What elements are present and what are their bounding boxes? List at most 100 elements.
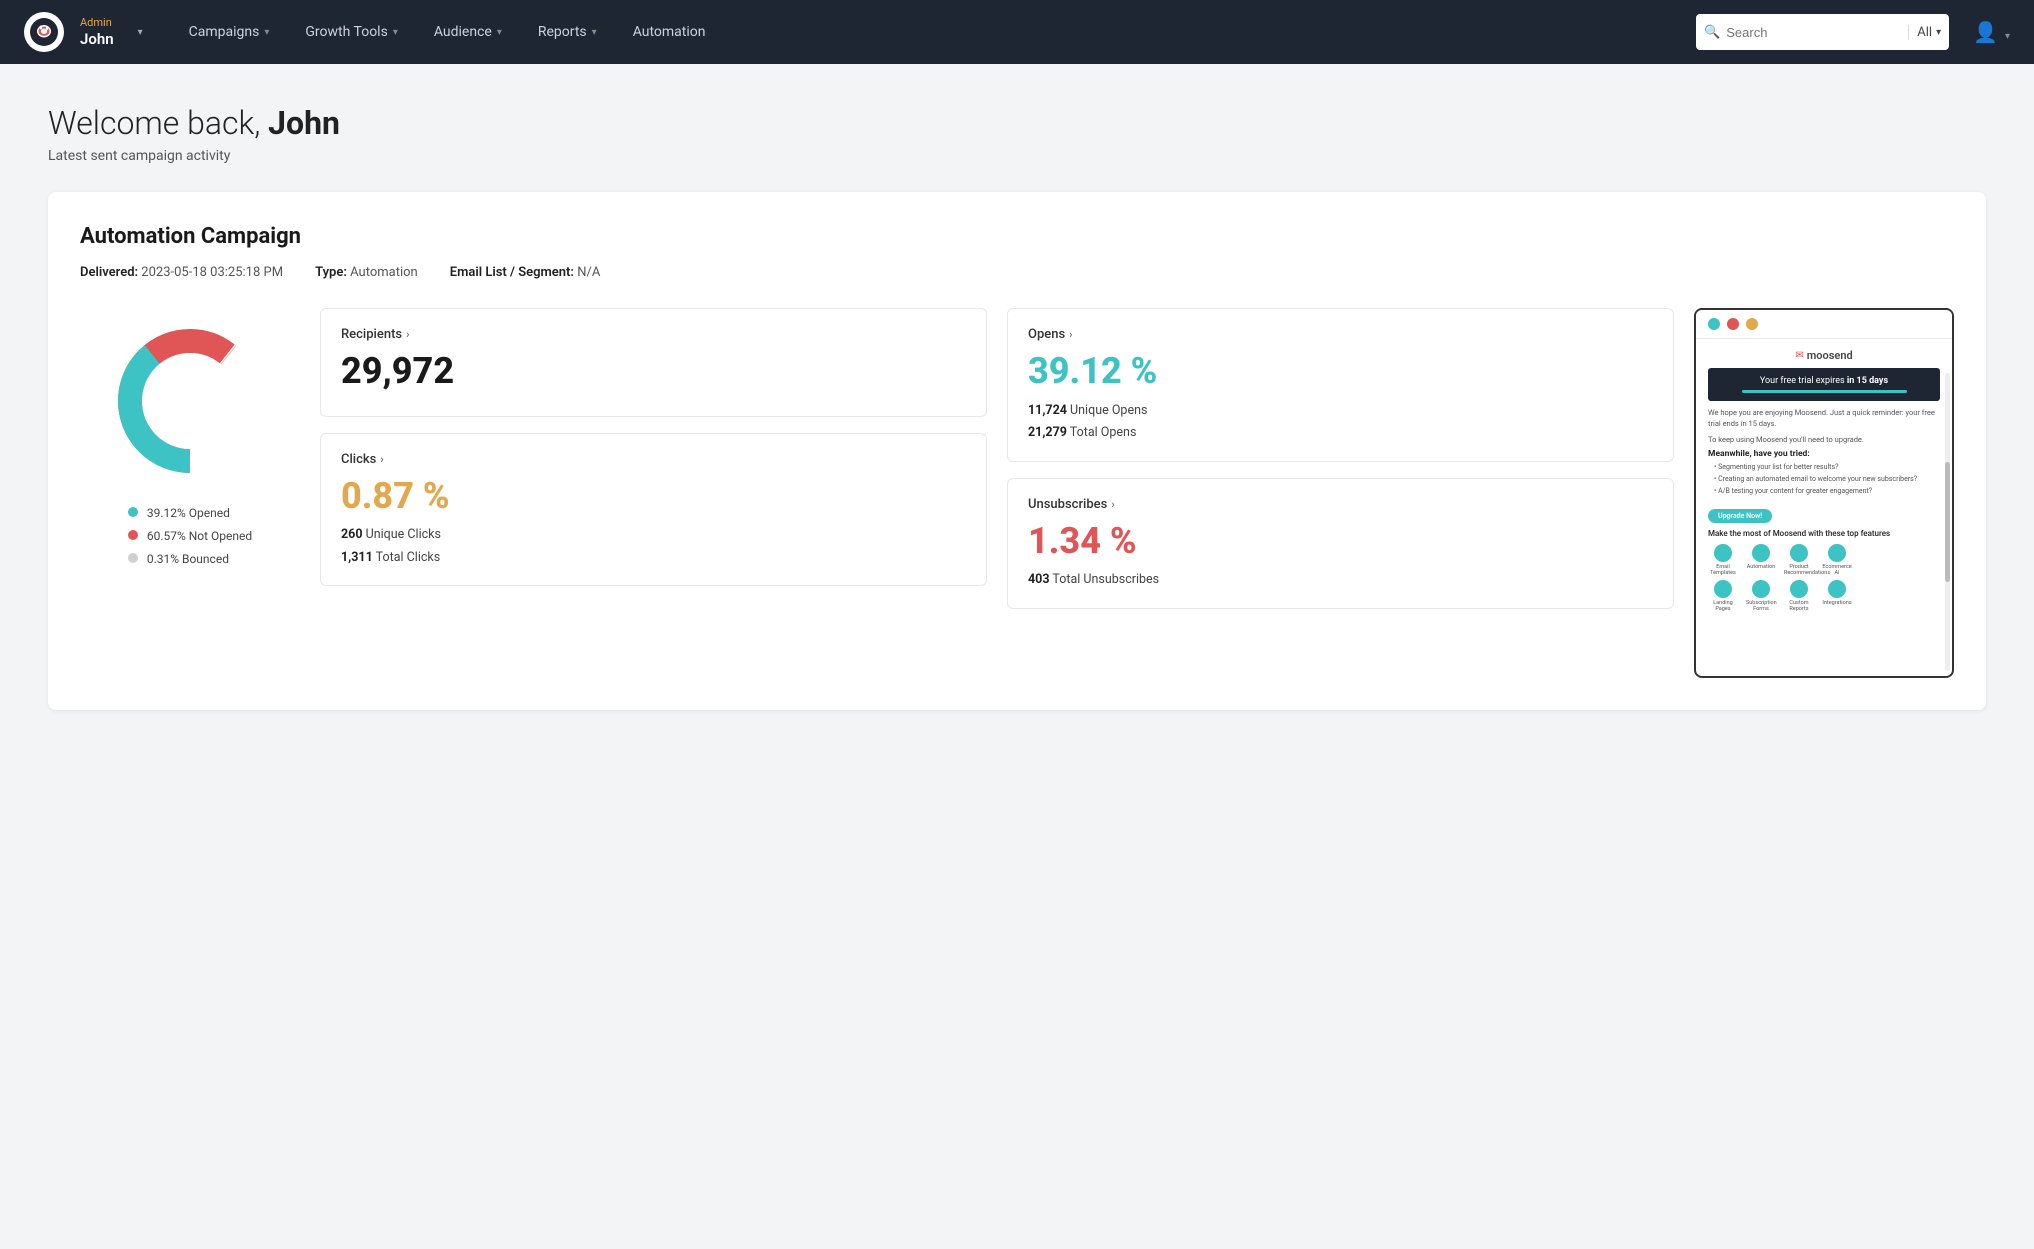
ep-logo-text: moosend bbox=[1807, 349, 1853, 362]
nav-username: John bbox=[80, 30, 114, 48]
opens-chevron: › bbox=[1069, 328, 1072, 341]
feature-icon bbox=[1714, 580, 1732, 598]
clicks-percent: 0.87 % bbox=[341, 477, 966, 517]
stats-layout: 39.12% Opened 60.57% Not Opened 0.31% Bo… bbox=[80, 308, 1954, 678]
profile-arrow: ▾ bbox=[2005, 31, 2010, 42]
list-item: • A/B testing your content for greater e… bbox=[1714, 486, 1940, 498]
user-dropdown-arrow[interactable]: ▾ bbox=[138, 27, 143, 38]
list-item: • Segmenting your list for better result… bbox=[1714, 462, 1940, 474]
campaign-title: Automation Campaign bbox=[80, 224, 1954, 249]
stat-col-right: Opens › 39.12 % 11,724 Unique Opens 21,2… bbox=[1007, 308, 1674, 609]
ep-icons-row-2: Landing Pages Subscription Forms Custom … bbox=[1708, 580, 1940, 612]
feature-icon bbox=[1714, 544, 1732, 562]
nav-items: Campaigns ▾ Growth Tools ▾ Audience ▾ Re… bbox=[171, 0, 1688, 64]
campaign-card: Automation Campaign Delivered: 2023-05-1… bbox=[48, 192, 1986, 710]
feature-email-templates: Email Templates bbox=[1708, 544, 1738, 576]
unsubscribes-percent: 1.34 % bbox=[1028, 522, 1653, 562]
nav-search: 🔍 All ▾ bbox=[1696, 14, 1949, 50]
feature-icon bbox=[1752, 544, 1770, 562]
filter-arrow: ▾ bbox=[1936, 27, 1941, 38]
search-input[interactable] bbox=[1726, 25, 1902, 40]
feature-custom-reports: Custom Reports bbox=[1784, 580, 1814, 612]
opens-sub: 11,724 Unique Opens 21,279 Total Opens bbox=[1028, 400, 1653, 445]
feature-automation: Automation bbox=[1746, 544, 1776, 576]
feature-ecommerce: Ecommerce AI bbox=[1822, 544, 1852, 576]
feature-subscription: Subscription Forms bbox=[1746, 580, 1776, 612]
ep-logo: ✉ moosend bbox=[1708, 349, 1940, 362]
legend-not-opened: 60.57% Not Opened bbox=[128, 525, 252, 548]
nav-campaigns[interactable]: Campaigns ▾ bbox=[171, 0, 288, 64]
feature-integrations: Integrations bbox=[1822, 580, 1852, 612]
recipients-box: Recipients › 29,972 bbox=[320, 308, 987, 417]
email-list-meta: Email List / Segment: N/A bbox=[450, 265, 601, 280]
delivered-meta: Delivered: 2023-05-18 03:25:18 PM bbox=[80, 265, 283, 280]
audience-arrow: ▾ bbox=[497, 27, 502, 38]
unsubscribes-box: Unsubscribes › 1.34 % 403 Total Unsubscr… bbox=[1007, 478, 1674, 609]
email-preview-body: ✉ moosend Your free trial expires in 15 … bbox=[1696, 339, 1952, 671]
feature-icon bbox=[1752, 580, 1770, 598]
donut-container: 39.12% Opened 60.57% Not Opened 0.31% Bo… bbox=[80, 308, 300, 570]
campaign-meta: Delivered: 2023-05-18 03:25:18 PM Type: … bbox=[80, 265, 1954, 280]
stat-col-left: Recipients › 29,972 Clicks › 0.87 % 260 … bbox=[320, 308, 987, 586]
ep-progress-bar bbox=[1742, 390, 1907, 393]
reports-arrow: ▾ bbox=[592, 27, 597, 38]
ep-meanwhile-heading: Meanwhile, have you tried: bbox=[1708, 449, 1940, 459]
not-opened-dot bbox=[128, 530, 138, 540]
clicks-chevron: › bbox=[380, 453, 383, 466]
recipients-header[interactable]: Recipients › bbox=[341, 327, 966, 342]
feature-icon bbox=[1828, 544, 1846, 562]
ep-body-text2: To keep using Moosend you'll need to upg… bbox=[1708, 434, 1940, 445]
logo bbox=[24, 12, 64, 52]
profile-icon[interactable]: 👤 ▾ bbox=[1973, 20, 2010, 44]
clicks-box: Clicks › 0.87 % 260 Unique Clicks 1,311 … bbox=[320, 433, 987, 587]
admin-label: Admin bbox=[80, 16, 114, 29]
email-preview: ✉ moosend Your free trial expires in 15 … bbox=[1694, 308, 1954, 678]
clicks-sub: 260 Unique Clicks 1,311 Total Clicks bbox=[341, 524, 966, 569]
ep-list: • Segmenting your list for better result… bbox=[1708, 462, 1940, 498]
unsubscribes-sub: 403 Total Unsubscribes bbox=[1028, 569, 1653, 592]
feature-icon bbox=[1828, 580, 1846, 598]
opened-dot bbox=[128, 507, 138, 517]
unsubscribes-chevron: › bbox=[1111, 498, 1114, 511]
ep-icons-row: Email Templates Automation Product Recom… bbox=[1708, 544, 1940, 576]
feature-landing: Landing Pages bbox=[1708, 580, 1738, 612]
feature-product-rec: Product Recommendations bbox=[1784, 544, 1814, 576]
dot-teal bbox=[1708, 318, 1720, 330]
opens-box: Opens › 39.12 % 11,724 Unique Opens 21,2… bbox=[1007, 308, 1674, 462]
dot-red bbox=[1727, 318, 1739, 330]
ep-body-text1: We hope you are enjoying Moosend. Just a… bbox=[1708, 407, 1940, 430]
nav-growth-tools[interactable]: Growth Tools ▾ bbox=[287, 0, 415, 64]
legend-opened: 39.12% Opened bbox=[128, 502, 252, 525]
search-icon: 🔍 bbox=[1704, 25, 1720, 40]
opens-percent: 39.12 % bbox=[1028, 352, 1653, 392]
welcome-title: Welcome back, John bbox=[48, 104, 1986, 142]
navbar: Admin John ▾ Campaigns ▾ Growth Tools ▾ … bbox=[0, 0, 2034, 64]
clicks-header[interactable]: Clicks › bbox=[341, 452, 966, 467]
search-filter[interactable]: All ▾ bbox=[1908, 25, 1941, 40]
type-meta: Type: Automation bbox=[315, 265, 418, 280]
nav-user: Admin John bbox=[80, 16, 114, 47]
recipients-value: 29,972 bbox=[341, 352, 966, 392]
dot-gold bbox=[1746, 318, 1758, 330]
opens-header[interactable]: Opens › bbox=[1028, 327, 1653, 342]
ep-features-title: Make the most of Moosend with these top … bbox=[1708, 529, 1940, 538]
growth-tools-arrow: ▾ bbox=[393, 27, 398, 38]
nav-automation[interactable]: Automation bbox=[615, 0, 724, 64]
welcome-subtitle: Latest sent campaign activity bbox=[48, 148, 1986, 164]
nav-reports[interactable]: Reports ▾ bbox=[520, 0, 615, 64]
donut-legend: 39.12% Opened 60.57% Not Opened 0.31% Bo… bbox=[128, 502, 252, 570]
ep-scrollbar[interactable] bbox=[1945, 373, 1950, 671]
recipients-chevron: › bbox=[406, 328, 409, 341]
campaigns-arrow: ▾ bbox=[264, 27, 269, 38]
legend-bounced: 0.31% Bounced bbox=[128, 548, 252, 571]
list-item: • Creating an automated email to welcome… bbox=[1714, 474, 1940, 486]
ep-scrollbar-thumb bbox=[1945, 462, 1950, 581]
bounced-dot bbox=[128, 553, 138, 563]
ep-banner: Your free trial expires in 15 days bbox=[1708, 368, 1940, 401]
feature-icon bbox=[1790, 544, 1808, 562]
ep-upgrade-btn[interactable]: Upgrade Now! bbox=[1708, 509, 1772, 523]
feature-icon bbox=[1790, 580, 1808, 598]
email-preview-topbar bbox=[1696, 310, 1952, 339]
nav-audience[interactable]: Audience ▾ bbox=[416, 0, 520, 64]
unsubscribes-header[interactable]: Unsubscribes › bbox=[1028, 497, 1653, 512]
